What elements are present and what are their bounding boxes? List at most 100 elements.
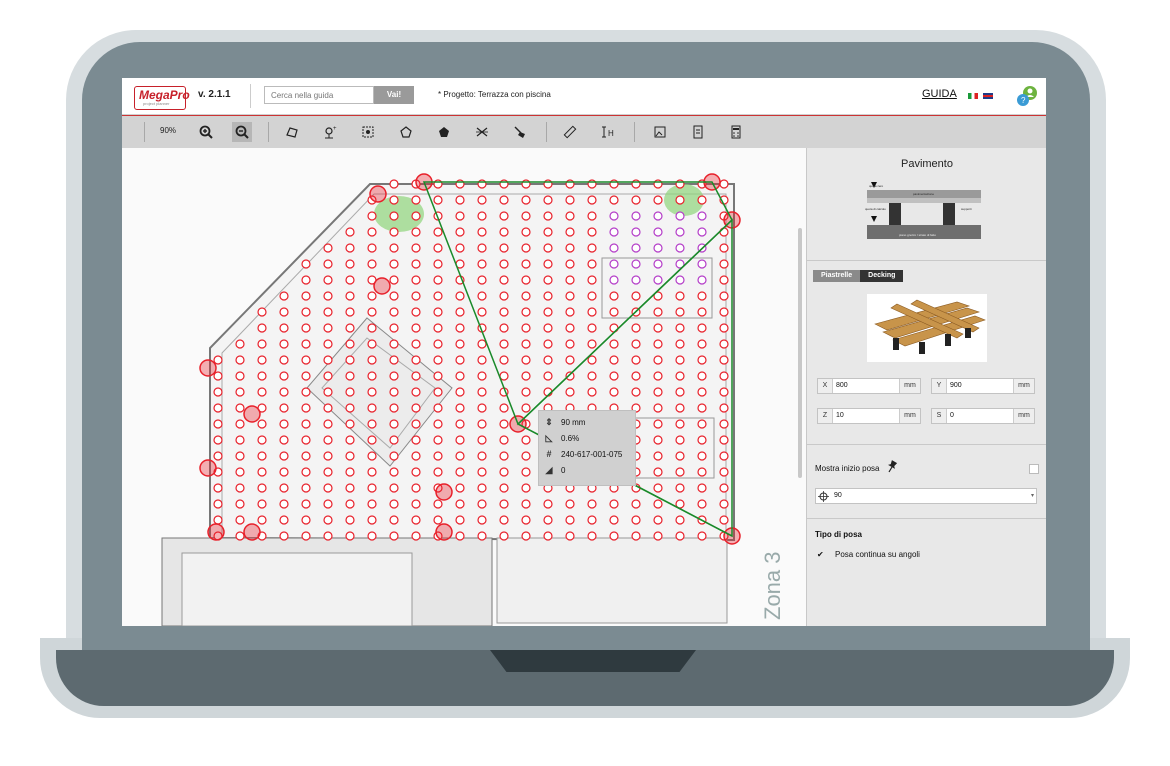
support-marker[interactable]	[455, 531, 465, 541]
support-marker[interactable]	[367, 435, 377, 445]
anchor-support-marker[interactable]	[199, 359, 217, 377]
support-marker[interactable]	[719, 307, 729, 317]
support-marker[interactable]	[609, 275, 619, 285]
support-marker[interactable]	[301, 291, 311, 301]
support-marker[interactable]	[323, 483, 333, 493]
support-marker[interactable]	[367, 403, 377, 413]
support-marker[interactable]	[367, 515, 377, 525]
support-marker[interactable]	[323, 435, 333, 445]
support-marker[interactable]	[675, 243, 685, 253]
support-marker[interactable]	[587, 291, 597, 301]
support-marker[interactable]	[587, 531, 597, 541]
support-marker[interactable]	[389, 211, 399, 221]
support-marker[interactable]	[323, 371, 333, 381]
support-marker[interactable]	[499, 467, 509, 477]
support-marker[interactable]	[499, 499, 509, 509]
support-marker[interactable]	[279, 387, 289, 397]
support-marker[interactable]	[433, 435, 443, 445]
support-marker[interactable]	[235, 531, 245, 541]
anchor-support-marker[interactable]	[373, 277, 391, 295]
support-marker[interactable]	[565, 195, 575, 205]
support-marker[interactable]	[697, 467, 707, 477]
support-marker[interactable]	[411, 323, 421, 333]
italian-flag-icon[interactable]	[968, 93, 978, 99]
support-marker[interactable]	[697, 371, 707, 381]
support-marker[interactable]	[675, 275, 685, 285]
support-marker[interactable]	[345, 323, 355, 333]
support-marker[interactable]	[367, 387, 377, 397]
support-marker[interactable]	[411, 371, 421, 381]
support-marker[interactable]	[411, 211, 421, 221]
support-marker[interactable]	[455, 339, 465, 349]
support-marker[interactable]	[389, 435, 399, 445]
support-marker[interactable]	[433, 451, 443, 461]
support-marker[interactable]	[565, 307, 575, 317]
support-marker[interactable]	[587, 211, 597, 221]
support-marker[interactable]	[301, 531, 311, 541]
guide-link[interactable]: GUIDA	[922, 88, 957, 100]
support-marker[interactable]	[499, 483, 509, 493]
support-marker[interactable]	[323, 339, 333, 349]
support-marker[interactable]	[389, 179, 399, 189]
support-marker[interactable]	[499, 195, 509, 205]
support-marker[interactable]	[477, 259, 487, 269]
support-marker[interactable]	[697, 451, 707, 461]
support-marker[interactable]	[455, 403, 465, 413]
support-marker[interactable]	[543, 259, 553, 269]
support-marker[interactable]	[433, 259, 443, 269]
support-marker[interactable]	[697, 531, 707, 541]
support-marker[interactable]	[257, 483, 267, 493]
support-marker[interactable]	[345, 227, 355, 237]
support-marker[interactable]	[675, 451, 685, 461]
support-marker[interactable]	[653, 387, 663, 397]
support-marker[interactable]	[521, 499, 531, 509]
support-marker[interactable]	[477, 355, 487, 365]
support-marker[interactable]	[345, 339, 355, 349]
split-icon[interactable]	[472, 122, 492, 142]
support-marker[interactable]	[587, 387, 597, 397]
support-marker[interactable]	[477, 435, 487, 445]
support-marker[interactable]	[719, 259, 729, 269]
support-marker[interactable]	[323, 499, 333, 509]
support-marker[interactable]	[653, 371, 663, 381]
support-marker[interactable]	[389, 403, 399, 413]
support-marker[interactable]	[653, 275, 663, 285]
support-marker[interactable]	[675, 371, 685, 381]
support-marker[interactable]	[257, 387, 267, 397]
support-marker[interactable]	[411, 275, 421, 285]
support-marker[interactable]	[521, 467, 531, 477]
support-marker[interactable]	[345, 499, 355, 509]
support-marker[interactable]	[279, 515, 289, 525]
support-marker[interactable]	[521, 291, 531, 301]
support-marker[interactable]	[609, 291, 619, 301]
zoom-out-icon[interactable]	[232, 122, 252, 142]
support-marker[interactable]	[411, 355, 421, 365]
support-marker[interactable]	[411, 403, 421, 413]
support-marker[interactable]	[499, 211, 509, 221]
support-marker[interactable]	[521, 307, 531, 317]
support-marker[interactable]	[543, 531, 553, 541]
support-marker[interactable]	[235, 499, 245, 509]
support-marker[interactable]	[411, 227, 421, 237]
support-marker[interactable]	[587, 355, 597, 365]
support-marker[interactable]	[345, 483, 355, 493]
support-marker[interactable]	[697, 211, 707, 221]
support-marker[interactable]	[697, 195, 707, 205]
support-marker[interactable]	[565, 291, 575, 301]
support-marker[interactable]	[609, 195, 619, 205]
support-marker[interactable]	[631, 387, 641, 397]
support-marker[interactable]	[499, 451, 509, 461]
support-marker[interactable]	[213, 499, 223, 509]
support-marker[interactable]	[213, 419, 223, 429]
support-marker[interactable]	[477, 419, 487, 429]
anchor-support-marker[interactable]	[435, 523, 453, 541]
support-marker[interactable]	[301, 451, 311, 461]
support-marker[interactable]	[257, 323, 267, 333]
support-marker[interactable]	[719, 339, 729, 349]
support-marker[interactable]	[213, 355, 223, 365]
support-marker[interactable]	[323, 419, 333, 429]
support-marker[interactable]	[301, 483, 311, 493]
y-field[interactable]: Y 900 mm	[931, 378, 1035, 394]
support-marker[interactable]	[543, 227, 553, 237]
support-marker[interactable]	[257, 435, 267, 445]
